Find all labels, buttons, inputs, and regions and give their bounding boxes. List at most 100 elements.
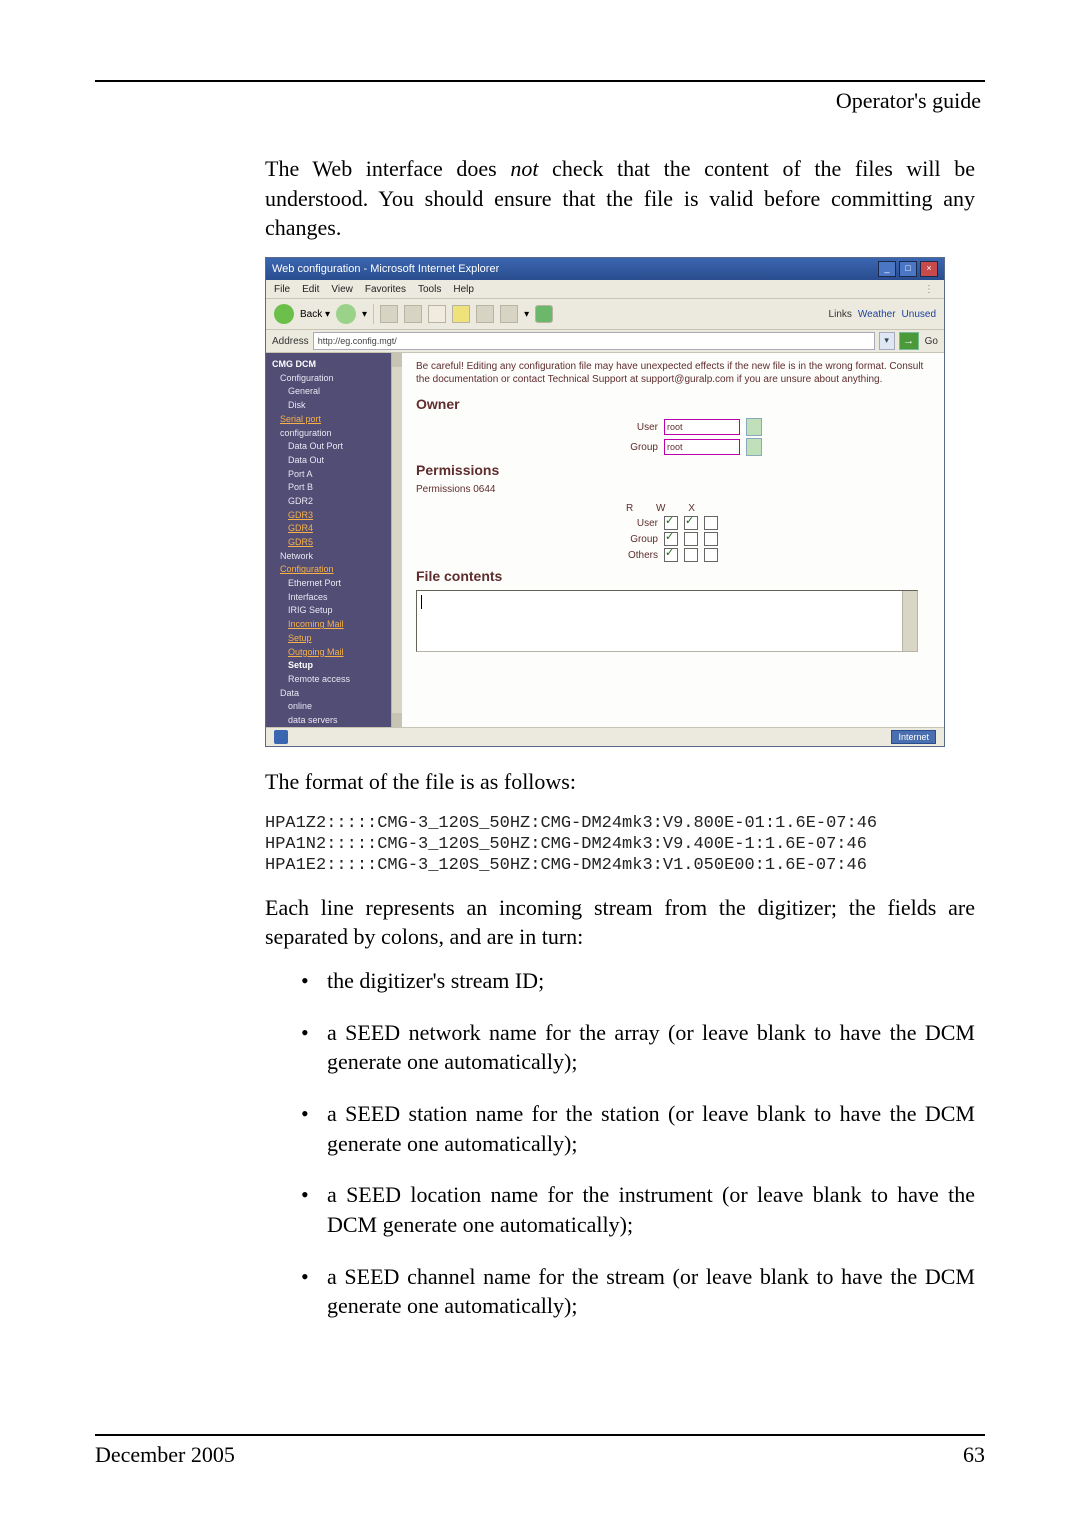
minimize-icon[interactable]: _	[878, 261, 896, 277]
back-icon[interactable]	[274, 304, 294, 324]
footer-date: December 2005	[95, 1442, 235, 1468]
perm-group-w[interactable]	[684, 532, 698, 546]
text-cursor	[421, 595, 422, 609]
perm-row-group: Group	[602, 534, 658, 545]
owner-user-input[interactable]: root	[664, 419, 740, 435]
go-button[interactable]: →	[899, 332, 919, 350]
sidebar-item: Setup	[272, 660, 396, 672]
close-icon[interactable]: ×	[920, 261, 938, 277]
window-title: Web configuration - Microsoft Internet E…	[272, 263, 499, 275]
forward-icon[interactable]	[336, 304, 356, 324]
bullet-list: the digitizer's stream ID;a SEED network…	[301, 966, 975, 1321]
sidebar-item[interactable]: Configuration	[272, 564, 396, 576]
permissions-file: Permissions 0644	[416, 484, 934, 495]
list-item: a SEED channel name for the stream (or l…	[301, 1262, 975, 1321]
footer-page: 63	[963, 1442, 985, 1468]
link-weather[interactable]: Weather	[858, 309, 896, 320]
sidebar-item: Port B	[272, 482, 396, 494]
perm-others-r[interactable]	[664, 548, 678, 562]
home-icon[interactable]	[428, 305, 446, 323]
sidebar-item: Remote access	[272, 674, 396, 686]
status-bar: Internet	[266, 727, 944, 746]
sidebar-item[interactable]: Incoming Mail	[272, 619, 396, 631]
perm-group-r[interactable]	[664, 532, 678, 546]
address-input[interactable]: http://eg.config.mgt/	[313, 332, 875, 350]
file-contents-textarea[interactable]	[416, 590, 918, 652]
sidebar-item: IRIG Setup	[272, 605, 396, 617]
sidebar-item[interactable]: Serial port	[272, 414, 396, 426]
owner-group-input[interactable]: root	[664, 439, 740, 455]
stop-icon[interactable]	[380, 305, 398, 323]
permissions-heading: Permissions	[416, 462, 934, 478]
back-label: Back ▾	[300, 309, 330, 320]
perm-user-x[interactable]	[704, 516, 718, 530]
sidebar-item[interactable]: GDR5	[272, 537, 396, 549]
perm-group-x[interactable]	[704, 532, 718, 546]
list-item: a SEED location name for the instrument …	[301, 1180, 975, 1239]
fwd-dd: ▾	[362, 309, 367, 320]
links-bar: Links Weather Unused	[829, 309, 936, 320]
perm-user-r[interactable]	[664, 516, 678, 530]
link-unused[interactable]: Unused	[902, 309, 936, 320]
warning-text: Be careful! Editing any configuration fi…	[416, 361, 926, 386]
status-icon	[274, 730, 288, 744]
sidebar-item: Data Out Port	[272, 441, 396, 453]
sidebar-item: Configuration	[272, 373, 396, 385]
perm-others-w[interactable]	[684, 548, 698, 562]
file-contents-heading: File contents	[416, 568, 934, 584]
perm-row-user: User	[602, 518, 658, 529]
sidebar-item: configuration	[272, 428, 396, 440]
address-bar: Address http://eg.config.mgt/ ▾ → Go	[266, 330, 944, 353]
owner-group-dropdown-icon[interactable]	[746, 438, 762, 456]
owner-user-dropdown-icon[interactable]	[746, 418, 762, 436]
menu-favorites[interactable]: Favorites	[365, 284, 406, 295]
menu-help[interactable]: Help	[453, 284, 474, 295]
sidebar-item[interactable]: Outgoing Mail	[272, 647, 396, 659]
code-block: HPA1Z2:::::CMG-3_120S_50HZ:CMG-DM24mk3:V…	[265, 813, 975, 877]
sidebar-item: GDR2	[272, 496, 396, 508]
address-dropdown-icon[interactable]: ▾	[879, 332, 895, 350]
menu-file[interactable]: File	[274, 284, 290, 295]
sidebar-item[interactable]: Setup	[272, 633, 396, 645]
screenshot: Web configuration - Microsoft Internet E…	[265, 257, 945, 747]
maximize-icon[interactable]: □	[899, 261, 917, 277]
toolbar: Back ▾ ▾ ▾ Links Weather Unused	[266, 299, 944, 330]
mail-dd: ▾	[524, 309, 529, 320]
sidebar-scrollbar[interactable]	[391, 353, 402, 727]
perm-others-x[interactable]	[704, 548, 718, 562]
sidebar: CMG DCMConfigurationGeneralDiskSerial po…	[266, 353, 402, 727]
print-icon[interactable]	[476, 305, 494, 323]
sidebar-item: Data Out	[272, 455, 396, 467]
sidebar-item[interactable]: GDR4	[272, 523, 396, 535]
permissions-cols: R W X	[626, 503, 934, 514]
menubar-grip: ⋮	[924, 284, 936, 295]
mail-icon[interactable]	[500, 305, 518, 323]
favorites-icon[interactable]	[452, 305, 470, 323]
sidebar-item: Network	[272, 551, 396, 563]
extra-icon[interactable]	[535, 305, 553, 323]
sidebar-item: CMG DCM	[272, 359, 396, 371]
menu-edit[interactable]: Edit	[302, 284, 319, 295]
links-label: Links	[829, 309, 852, 320]
perm-row-others: Others	[602, 550, 658, 561]
after-code-paragraph: Each line represents an incoming stream …	[265, 893, 975, 952]
sidebar-item[interactable]: GDR3	[272, 510, 396, 522]
sidebar-item: online	[272, 701, 396, 713]
intro-paragraph: The Web interface does not check that th…	[265, 154, 975, 243]
sidebar-item: Data	[272, 688, 396, 700]
list-item: the digitizer's stream ID;	[301, 966, 975, 996]
owner-user-label: User	[606, 422, 658, 433]
menubar: File Edit View Favorites Tools Help ⋮	[266, 280, 944, 299]
main-panel: Be careful! Editing any configuration fi…	[402, 353, 944, 727]
menu-view[interactable]: View	[331, 284, 353, 295]
perm-user-w[interactable]	[684, 516, 698, 530]
textarea-scrollbar[interactable]	[902, 591, 917, 651]
sidebar-item: data servers	[272, 715, 396, 727]
sidebar-item: Interfaces	[272, 592, 396, 604]
sidebar-item: General	[272, 386, 396, 398]
refresh-icon[interactable]	[404, 305, 422, 323]
go-label: Go	[925, 336, 938, 347]
sidebar-item: Disk	[272, 400, 396, 412]
menu-tools[interactable]: Tools	[418, 284, 441, 295]
address-label: Address	[272, 336, 309, 347]
